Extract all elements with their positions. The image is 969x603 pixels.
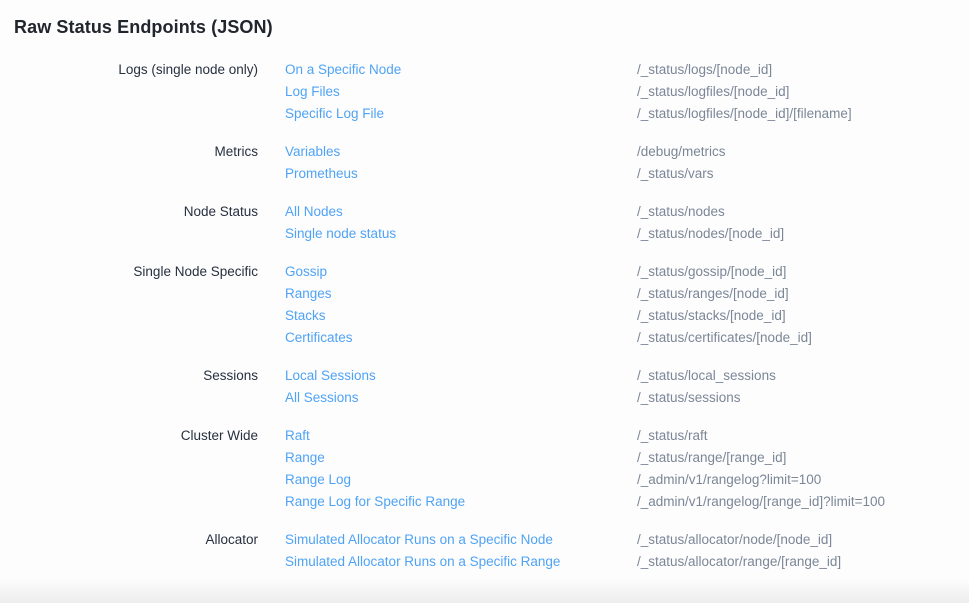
endpoint-link[interactable]: Single node status: [285, 223, 637, 245]
endpoint-path: /_status/sessions: [637, 387, 955, 409]
page-title: Raw Status Endpoints (JSON): [14, 15, 955, 39]
link-column: GossipRangesStacksCertificates: [285, 261, 637, 349]
endpoint-path: /_admin/v1/rangelog/[range_id]?limit=100: [637, 491, 955, 513]
endpoint-group: Metrics VariablesPrometheus /debug/metri…: [14, 141, 955, 185]
endpoint-link[interactable]: Log Files: [285, 81, 637, 103]
endpoint-link[interactable]: Variables: [285, 141, 637, 163]
category-label: Cluster Wide: [14, 425, 258, 447]
path-column: /_status/nodes/_status/nodes/[node_id]: [637, 201, 955, 245]
path-column: /_status/allocator/node/[node_id]/_statu…: [637, 529, 955, 573]
endpoint-link[interactable]: On a Specific Node: [285, 59, 637, 81]
path-column: /debug/metrics/_status/vars: [637, 141, 955, 185]
endpoint-link[interactable]: Prometheus: [285, 163, 637, 185]
endpoint-path: /_status/local_sessions: [637, 365, 955, 387]
path-column: /_status/local_sessions/_status/sessions: [637, 365, 955, 409]
endpoint-link[interactable]: Range Log for Specific Range: [285, 491, 637, 513]
endpoint-path: /_status/nodes: [637, 201, 955, 223]
category-label: Allocator: [14, 529, 258, 551]
endpoint-link[interactable]: Ranges: [285, 283, 637, 305]
endpoint-link[interactable]: Specific Log File: [285, 103, 637, 125]
endpoint-path: /_status/nodes/[node_id]: [637, 223, 955, 245]
endpoint-path: /_status/logfiles/[node_id]: [637, 81, 955, 103]
endpoint-group: Allocator Simulated Allocator Runs on a …: [14, 529, 955, 573]
endpoint-link[interactable]: Simulated Allocator Runs on a Specific R…: [285, 551, 637, 573]
category-label: Metrics: [14, 141, 258, 163]
raw-status-endpoints-page: Raw Status Endpoints (JSON) Logs (single…: [0, 0, 969, 573]
endpoint-path: /_status/certificates/[node_id]: [637, 327, 955, 349]
endpoint-link[interactable]: Raft: [285, 425, 637, 447]
endpoint-path: /_status/range/[range_id]: [637, 447, 955, 469]
endpoint-path: /debug/metrics: [637, 141, 955, 163]
endpoint-link[interactable]: Range Log: [285, 469, 637, 491]
link-column: On a Specific NodeLog FilesSpecific Log …: [285, 59, 637, 125]
endpoint-path: /_status/allocator/node/[node_id]: [637, 529, 955, 551]
endpoint-group: Sessions Local SessionsAll Sessions /_st…: [14, 365, 955, 409]
category-label: Sessions: [14, 365, 258, 387]
endpoint-path: /_status/logs/[node_id]: [637, 59, 955, 81]
category-label: Node Status: [14, 201, 258, 223]
endpoint-group: Single Node Specific GossipRangesStacksC…: [14, 261, 955, 349]
link-column: RaftRangeRange LogRange Log for Specific…: [285, 425, 637, 513]
endpoint-path: /_status/logfiles/[node_id]/[filename]: [637, 103, 955, 125]
endpoint-path: /_status/vars: [637, 163, 955, 185]
link-column: VariablesPrometheus: [285, 141, 637, 185]
path-column: /_status/gossip/[node_id]/_status/ranges…: [637, 261, 955, 349]
endpoint-group: Cluster Wide RaftRangeRange LogRange Log…: [14, 425, 955, 513]
endpoint-group: Logs (single node only) On a Specific No…: [14, 59, 955, 125]
endpoint-path: /_admin/v1/rangelog?limit=100: [637, 469, 955, 491]
endpoint-table: Logs (single node only) On a Specific No…: [14, 59, 955, 573]
link-column: Simulated Allocator Runs on a Specific N…: [285, 529, 637, 573]
category-label: Single Node Specific: [14, 261, 258, 283]
endpoint-group: Node Status All NodesSingle node status …: [14, 201, 955, 245]
path-column: /_status/logs/[node_id]/_status/logfiles…: [637, 59, 955, 125]
endpoint-link[interactable]: All Nodes: [285, 201, 637, 223]
endpoint-path: /_status/ranges/[node_id]: [637, 283, 955, 305]
endpoint-link[interactable]: All Sessions: [285, 387, 637, 409]
category-label: Logs (single node only): [14, 59, 258, 81]
endpoint-path: /_status/gossip/[node_id]: [637, 261, 955, 283]
endpoint-link[interactable]: Range: [285, 447, 637, 469]
endpoint-link[interactable]: Local Sessions: [285, 365, 637, 387]
endpoint-link[interactable]: Gossip: [285, 261, 637, 283]
path-column: /_status/raft/_status/range/[range_id]/_…: [637, 425, 955, 513]
endpoint-path: /_status/stacks/[node_id]: [637, 305, 955, 327]
endpoint-link[interactable]: Simulated Allocator Runs on a Specific N…: [285, 529, 637, 551]
link-column: All NodesSingle node status: [285, 201, 637, 245]
link-column: Local SessionsAll Sessions: [285, 365, 637, 409]
endpoint-path: /_status/allocator/range/[range_id]: [637, 551, 955, 573]
endpoint-path: /_status/raft: [637, 425, 955, 447]
endpoint-link[interactable]: Certificates: [285, 327, 637, 349]
endpoint-link[interactable]: Stacks: [285, 305, 637, 327]
